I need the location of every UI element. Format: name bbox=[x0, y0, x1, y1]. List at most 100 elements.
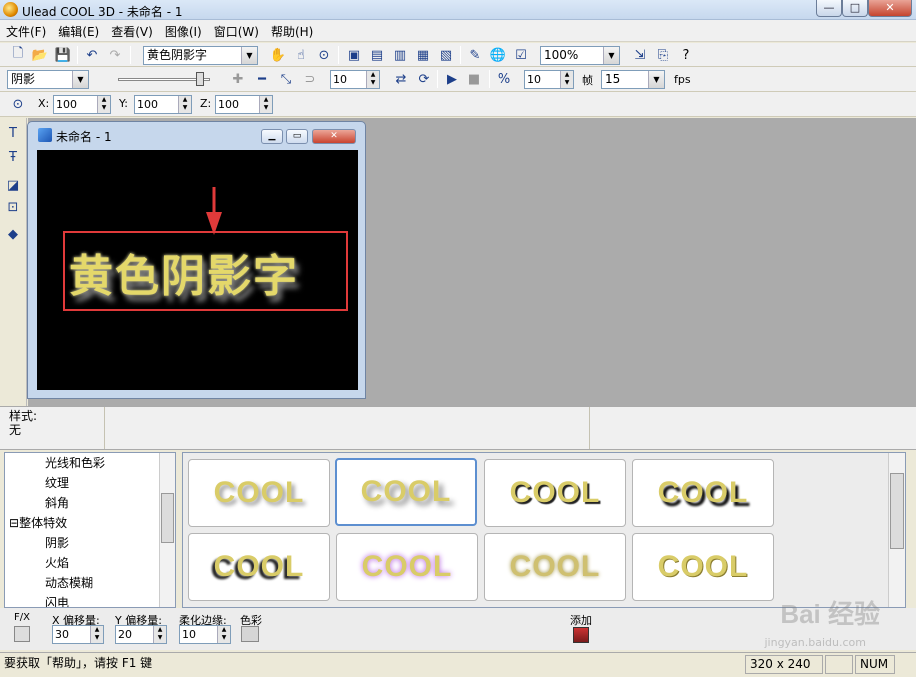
hand-icon[interactable]: ✋ bbox=[268, 45, 288, 65]
fps-combo[interactable]: 15 ▼ bbox=[601, 70, 665, 89]
render-icon[interactable]: ⎘ bbox=[653, 45, 673, 65]
y-offset-value: 20 bbox=[118, 628, 132, 641]
thumbnail[interactable]: COOL bbox=[484, 533, 626, 601]
new-file-icon[interactable]: 🗋 bbox=[8, 45, 28, 65]
object-toolbar: T Ŧ ◪ ⊡ ◆ bbox=[0, 118, 27, 406]
shadow-text[interactable]: 黄色阴影字 bbox=[69, 240, 339, 304]
add-effect-icon[interactable] bbox=[573, 627, 589, 643]
context-help-icon[interactable]: ? bbox=[676, 45, 696, 65]
insert-text-icon[interactable]: T bbox=[3, 123, 23, 143]
thumbnail[interactable]: COOL bbox=[484, 459, 626, 527]
thumbnail[interactable]: COOL bbox=[336, 533, 478, 601]
z-spinner[interactable]: 100 ▲ ▼ bbox=[215, 95, 273, 114]
reverse-icon[interactable]: ⊃ bbox=[300, 69, 320, 89]
menu-view[interactable]: 查看(V) bbox=[105, 20, 159, 40]
select-object-icon[interactable]: ⊙ bbox=[314, 45, 334, 65]
frames-spinner[interactable]: 10 ▲ ▼ bbox=[524, 70, 574, 89]
chart-icon[interactable]: ☑ bbox=[511, 45, 531, 65]
frame-spinner[interactable]: 10 ▲ ▼ bbox=[330, 70, 380, 89]
slider-thumb[interactable] bbox=[196, 72, 204, 86]
menu-window[interactable]: 窗口(W) bbox=[208, 20, 265, 40]
document-title: 未命名 - 1 bbox=[56, 130, 112, 144]
thumbnail[interactable]: COOL bbox=[632, 533, 774, 601]
undo-icon[interactable]: ↶ bbox=[82, 45, 102, 65]
fx-label: F/X bbox=[14, 612, 30, 623]
menu-image[interactable]: 图像(I) bbox=[159, 20, 208, 40]
redo-icon[interactable]: ↷ bbox=[105, 45, 125, 65]
color-swatch-button[interactable] bbox=[241, 626, 259, 642]
align-3-icon[interactable]: ▥ bbox=[390, 45, 410, 65]
tree-item[interactable]: 动态模糊 bbox=[5, 573, 175, 593]
loop-icon[interactable]: ⇄ bbox=[391, 69, 411, 89]
add-label: 添加 bbox=[570, 614, 592, 627]
collapse-icon[interactable]: ⊟ bbox=[9, 516, 19, 530]
window-title: Ulead COOL 3D - 未命名 - 1 bbox=[22, 5, 183, 19]
effect-combo[interactable]: 阴影 ▼ bbox=[7, 70, 89, 89]
text-object-value: 黄色阴影字 bbox=[147, 48, 208, 62]
text-object-combo[interactable]: 黄色阴影字 ▼ bbox=[143, 46, 258, 65]
tree-item[interactable]: 斜角 bbox=[5, 493, 175, 513]
thumbnail-selected[interactable]: COOL bbox=[335, 458, 477, 526]
fx-toggle-button[interactable] bbox=[14, 626, 30, 642]
tree-item-group[interactable]: ⊟整体特效 bbox=[5, 513, 175, 533]
canvas-size-status: 320 x 240 bbox=[745, 655, 823, 674]
x-offset-value: 30 bbox=[55, 628, 69, 641]
menu-edit[interactable]: 编辑(E) bbox=[52, 20, 105, 40]
save-icon[interactable]: 💾 bbox=[53, 45, 73, 65]
open-folder-icon[interactable]: 📂 bbox=[30, 45, 50, 65]
minimize-button[interactable]: — bbox=[816, 0, 842, 17]
tree-item[interactable]: 火焰 bbox=[5, 553, 175, 573]
close-button[interactable]: ✕ bbox=[868, 0, 912, 17]
thumbnail[interactable]: COOL bbox=[632, 459, 774, 527]
light-icon[interactable]: ✎ bbox=[465, 45, 485, 65]
status-bar: 要获取「帮助」，请按 F1 键 320 x 240 NUM bbox=[0, 652, 916, 677]
x-offset-spinner[interactable]: 30 ▲ ▼ bbox=[52, 625, 104, 644]
tree-item[interactable]: 闪电 bbox=[5, 593, 175, 607]
timeline-slider[interactable] bbox=[100, 71, 225, 87]
rotate-hand-icon[interactable]: ☝ bbox=[291, 45, 311, 65]
tree-item[interactable]: 纹理 bbox=[5, 473, 175, 493]
doc-close-button[interactable]: ✕ bbox=[312, 129, 356, 144]
align-2-icon[interactable]: ▤ bbox=[367, 45, 387, 65]
tree-item-selected[interactable]: 阴影 bbox=[5, 533, 175, 553]
watermark-url: jingyan.baidu.com bbox=[764, 636, 866, 649]
thumbnail[interactable]: COOL bbox=[188, 459, 330, 527]
repeat-icon[interactable]: ⟳ bbox=[414, 69, 434, 89]
insert-shape-icon[interactable]: ◪ bbox=[3, 175, 23, 195]
zoom-combo[interactable]: 100% ▼ bbox=[540, 46, 620, 65]
render-canvas[interactable]: 黄色阴影字 bbox=[37, 150, 358, 390]
move-object-icon[interactable]: ⊙ bbox=[8, 94, 28, 114]
remove-keyframe-icon[interactable]: ━ bbox=[252, 69, 272, 89]
maximize-button[interactable]: □ bbox=[842, 0, 868, 17]
menu-help[interactable]: 帮助(H) bbox=[265, 20, 319, 40]
soft-edge-spinner[interactable]: 10 ▲ ▼ bbox=[179, 625, 231, 644]
play-icon[interactable]: ▶ bbox=[442, 69, 462, 89]
tree-scrollbar[interactable] bbox=[159, 453, 175, 607]
chevron-down-icon: ▼ bbox=[241, 47, 257, 64]
object-fill-icon[interactable]: ◆ bbox=[3, 224, 23, 244]
move-keyframe-icon[interactable]: ⤡ bbox=[276, 69, 296, 89]
fps-label: fps bbox=[674, 73, 691, 86]
stop-icon[interactable]: ■ bbox=[464, 69, 484, 89]
document-window: 未命名 - 1 ▁ ▭ ✕ 黄色阴影字 bbox=[27, 121, 366, 399]
menu-file[interactable]: 文件(F) bbox=[0, 20, 52, 40]
align-5-icon[interactable]: ▧ bbox=[436, 45, 456, 65]
select-group-icon[interactable]: ⊡ bbox=[3, 197, 23, 217]
tree-item[interactable]: 光线和色彩 bbox=[5, 453, 175, 473]
edit-text-icon[interactable]: Ŧ bbox=[3, 147, 23, 167]
align-1-icon[interactable]: ▣ bbox=[344, 45, 364, 65]
gallery-scrollbar[interactable] bbox=[888, 453, 905, 607]
y-spinner[interactable]: 100 ▲ ▼ bbox=[134, 95, 192, 114]
percent-icon[interactable]: % bbox=[494, 69, 514, 89]
align-4-icon[interactable]: ▦ bbox=[413, 45, 433, 65]
add-keyframe-icon[interactable]: ✚ bbox=[228, 69, 248, 89]
y-offset-spinner[interactable]: 20 ▲ ▼ bbox=[115, 625, 167, 644]
style-label: 样式: bbox=[9, 409, 38, 423]
thumbnail[interactable]: COOL bbox=[188, 533, 330, 601]
export-icon[interactable]: ⇲ bbox=[630, 45, 650, 65]
x-spinner[interactable]: 100 ▲ ▼ bbox=[53, 95, 111, 114]
doc-maximize-button[interactable]: ▭ bbox=[286, 129, 308, 144]
doc-minimize-button[interactable]: ▁ bbox=[261, 129, 283, 144]
globe-icon[interactable]: 🌐 bbox=[488, 45, 508, 65]
status-blank-pane bbox=[825, 655, 853, 674]
